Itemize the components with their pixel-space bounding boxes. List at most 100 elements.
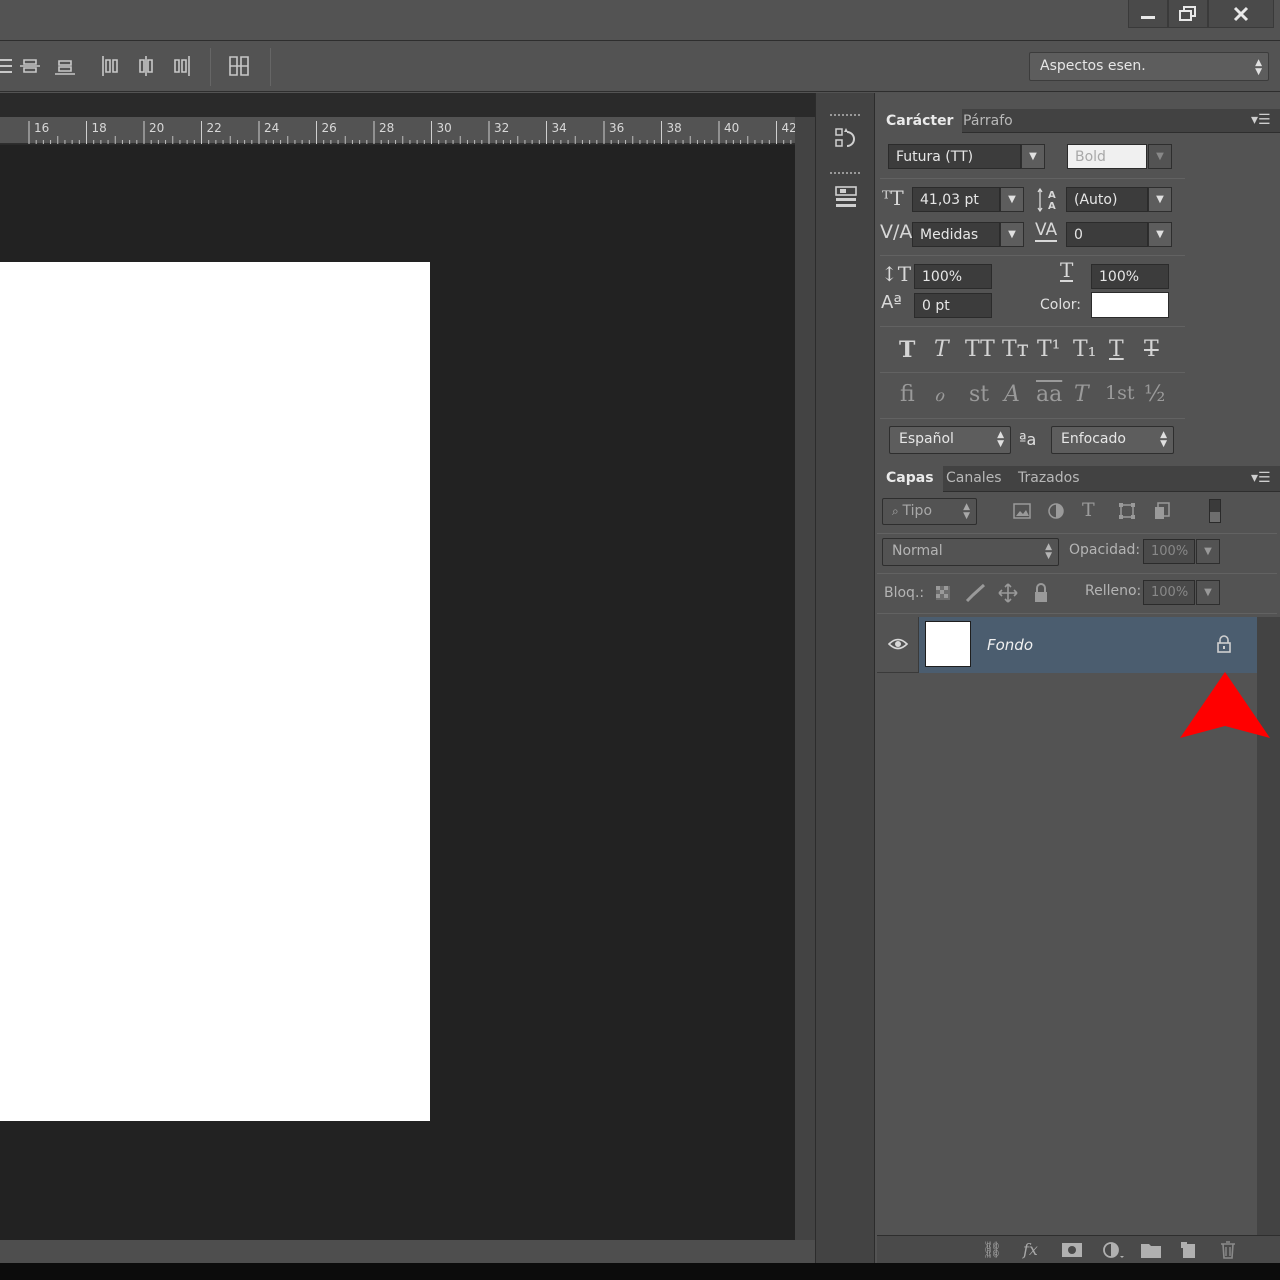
faux-bold-button[interactable]: T [899,337,915,363]
filter-toggle-switch[interactable] [1209,499,1221,523]
fx-icon[interactable]: fx [1023,1240,1038,1259]
svg-text:A: A [1048,201,1056,212]
divider [880,178,1185,179]
fill-dropdown[interactable]: ▼ [1196,580,1220,605]
updown-icon: ▲ ▼ [1160,430,1167,449]
superscript-button[interactable]: T¹ [1037,337,1061,362]
font-style-field[interactable]: Bold [1067,144,1147,169]
layer-thumbnail[interactable] [925,621,971,667]
vertical-scale-field[interactable]: 100% [914,264,992,289]
document-page[interactable] [0,262,430,1121]
layer-visibility-toggle[interactable] [877,617,919,673]
titling-alternates-button[interactable]: T [1074,382,1089,407]
close-button[interactable] [1208,0,1274,28]
tab-paths[interactable]: Trazados [1009,466,1089,490]
distribute-right-icon[interactable] [168,53,194,79]
tab-channels[interactable]: Canales [937,466,1011,490]
properties-panel-button[interactable] [820,170,870,214]
small-caps-button[interactable]: Tт [1002,337,1029,362]
filter-shape-icon[interactable] [1117,501,1137,521]
font-family-field[interactable]: Futura (TT) [888,144,1021,169]
opacity-dropdown[interactable]: ▼ [1196,539,1220,564]
layer-name[interactable]: Fondo [987,636,1033,654]
link-layers-icon[interactable]: ⛓ [982,1240,1002,1259]
discretionary-ligatures-button[interactable]: st [969,382,989,407]
ordinals-button[interactable]: 1st [1105,382,1134,404]
subscript-button[interactable]: T₁ [1073,337,1097,362]
font-size-field[interactable]: 41,03 pt [912,187,1000,212]
leading-field[interactable]: (Auto) [1066,187,1148,212]
distribute-bottom-icon[interactable] [52,53,78,79]
lock-position-icon[interactable] [997,582,1019,604]
photoshop-window: Aspectos esen. ▲▼ ◂◂ ▸▸ 1618202224262830… [0,0,1280,1280]
kerning-dropdown[interactable]: ▼ [1000,222,1024,247]
auto-align-icon[interactable] [226,53,252,79]
font-family-dropdown[interactable]: ▼ [1021,144,1045,169]
fractions-button[interactable]: ½ [1144,382,1165,407]
stylistic-alternates-button[interactable]: aa [1036,382,1062,407]
tracking-field[interactable]: 0 [1066,222,1148,247]
fill-field[interactable]: 100% [1143,580,1195,605]
filter-smart-object-icon[interactable] [1152,501,1172,521]
all-caps-button[interactable]: TT [965,337,995,362]
annotation-arrow-icon [1180,672,1270,738]
leading-icon: A A [1037,187,1056,213]
faux-italic-button[interactable]: T [934,337,949,362]
new-group-icon[interactable] [1140,1241,1162,1259]
ruler-label: 26 [322,121,337,135]
lock-image-pixels-icon[interactable] [964,582,988,604]
filter-pixel-icon[interactable] [1012,502,1032,520]
ligatures-button[interactable]: ﬁ [900,382,915,407]
restore-button[interactable] [1168,0,1208,28]
swash-button[interactable]: A [1004,382,1020,407]
lock-transparent-pixels-icon[interactable] [934,584,952,602]
filter-type-icon[interactable]: T [1082,499,1095,521]
antialias-icon: ªa [1019,430,1037,449]
antialias-select[interactable]: Enfocado ▲ ▼ [1051,426,1174,454]
leading-dropdown[interactable]: ▼ [1148,187,1172,212]
layer-filter-select[interactable]: ⌕ Tipo ▲ ▼ [882,498,977,525]
tab-paragraph[interactable]: Párrafo [954,109,1022,133]
new-layer-icon[interactable] [1179,1240,1199,1260]
contextual-alternates-button[interactable]: ℴ [934,382,944,407]
distribute-vcenter-icon[interactable] [17,53,43,79]
horizontal-scrollbar[interactable] [0,1240,815,1263]
minimize-button[interactable] [1128,0,1168,28]
chevron-down-icon: ▼ [1008,229,1016,240]
delete-layer-icon[interactable] [1218,1240,1238,1260]
panel-menu-icon[interactable]: ▾☰ [1251,112,1271,128]
chevron-down-icon: ▼ [1156,194,1164,205]
underline-button[interactable]: T [1109,337,1124,362]
workspace-switcher[interactable]: Aspectos esen. ▲ ▼ [1029,52,1269,81]
opacity-field[interactable]: 100% [1143,539,1195,564]
distribute-hcenter-icon[interactable] [133,53,159,79]
history-panel-button[interactable] [820,112,870,156]
font-style-dropdown[interactable]: ▼ [1148,144,1172,169]
add-mask-icon[interactable] [1061,1242,1083,1258]
grip-icon [830,114,860,116]
strikethrough-button[interactable]: T [1144,337,1159,362]
text-color-swatch[interactable] [1091,292,1169,318]
baseline-shift-field[interactable]: 0 pt [914,293,992,318]
blend-mode-select[interactable]: Normal ▲ ▼ [882,538,1059,566]
horizontal-ruler[interactable]: 16 18 20 22 24 26 28 30 32 34 36 38 40 42 [0,117,795,144]
kerning-field[interactable]: Medidas [912,222,1000,247]
lock-all-icon[interactable] [1032,582,1050,604]
panel-menu-icon[interactable]: ▾☰ [1251,470,1271,486]
divider [880,372,1185,373]
vertical-scrollbar[interactable] [795,117,815,1240]
horizontal-scale-field[interactable]: 100% [1091,264,1169,289]
tab-character[interactable]: Carácter [877,109,963,133]
filter-adjustment-icon[interactable] [1046,501,1066,521]
new-adjustment-layer-icon[interactable] [1101,1240,1125,1260]
distribute-left-icon[interactable] [98,53,124,79]
updown-icon: ▲ ▼ [1045,542,1052,561]
horizontal-scale-icon: T [1060,258,1074,282]
divider [880,326,1185,327]
tab-layers[interactable]: Capas [877,466,943,492]
ruler-label: 42 [782,121,796,135]
lock-label: Bloq.: [884,585,925,601]
tracking-dropdown[interactable]: ▼ [1148,222,1172,247]
font-size-dropdown[interactable]: ▼ [1000,187,1024,212]
language-select[interactable]: Español ▲ ▼ [889,426,1011,454]
